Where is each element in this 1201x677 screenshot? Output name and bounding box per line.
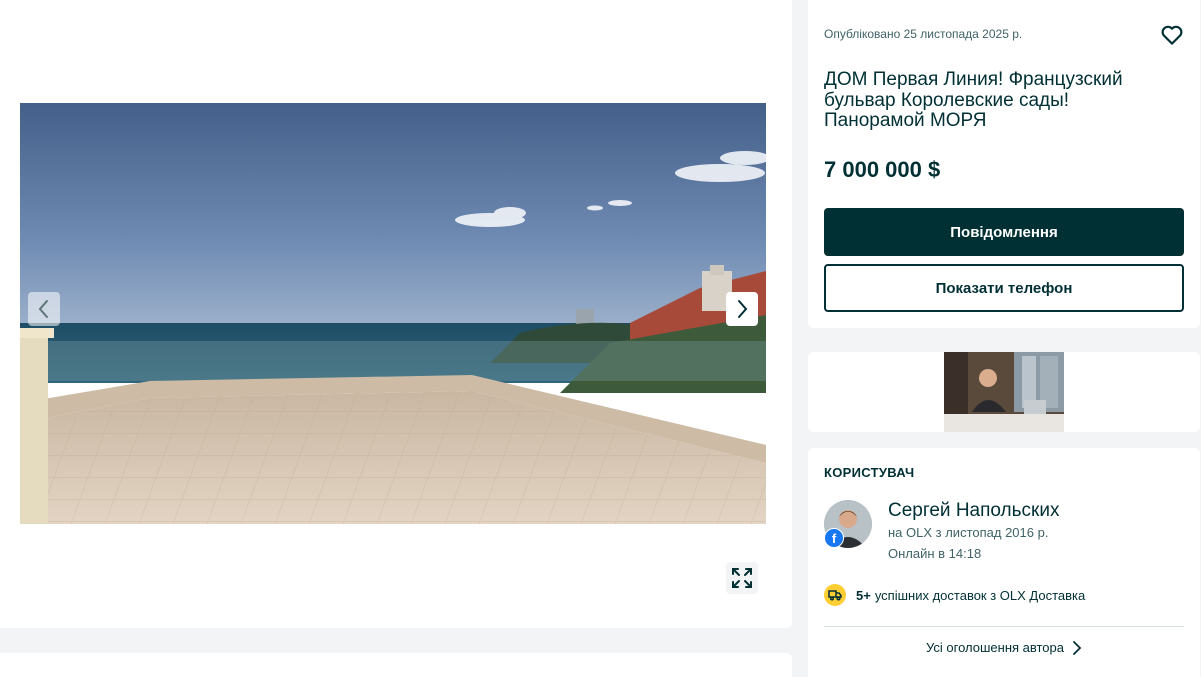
- chevron-left-icon: [38, 300, 48, 318]
- seller-banner-card: [808, 352, 1200, 432]
- seller-member-since: на OLX з листопад 2016 р.: [888, 525, 1049, 540]
- all-seller-ads-label: Усі оголошення автора: [926, 640, 1064, 655]
- gallery-prev-button[interactable]: [28, 292, 60, 326]
- seller-online-status: Онлайн в 14:18: [888, 546, 982, 561]
- ad-title: ДОМ Первая Линия! Французский бульвар Ко…: [824, 69, 1123, 131]
- delivery-truck-icon: [824, 584, 846, 606]
- description-card: [0, 653, 792, 677]
- chevron-right-icon: [738, 300, 748, 318]
- message-button[interactable]: Повідомлення: [824, 208, 1184, 256]
- divider: [824, 626, 1184, 627]
- show-phone-button[interactable]: Показати телефон: [824, 264, 1184, 312]
- chevron-right-icon: [1073, 640, 1082, 655]
- favorite-button[interactable]: [1159, 22, 1185, 48]
- seller-card: КОРИСТУВАЧ f Сергей Напольских на OLX з …: [808, 448, 1200, 677]
- listing-info-card: Опубліковано 25 листопада 2025 р. ДОМ Пе…: [808, 0, 1200, 328]
- seller-heading: КОРИСТУВАЧ: [824, 465, 915, 480]
- all-seller-ads-link[interactable]: Усі оголошення автора: [808, 640, 1200, 655]
- listing-photo[interactable]: [20, 103, 766, 524]
- price: 7 000 000 $: [824, 157, 941, 182]
- delivery-stats: 5+ успішних доставок з OLX Доставка: [824, 584, 1085, 606]
- published-date: Опубліковано 25 листопада 2025 р.: [824, 27, 1023, 41]
- facebook-icon: f: [824, 528, 844, 548]
- gallery-expand-button[interactable]: [726, 562, 758, 594]
- seller-name[interactable]: Сергей Напольских: [888, 500, 1059, 522]
- gallery-card: [0, 0, 792, 628]
- gallery-next-button[interactable]: [726, 292, 758, 326]
- seller-banner-image[interactable]: [944, 352, 1064, 432]
- delivery-text: успішних доставок з OLX Доставка: [874, 587, 1086, 603]
- delivery-count: 5+: [856, 587, 871, 603]
- heart-outline-icon: [1161, 25, 1183, 45]
- fullscreen-expand-icon: [732, 568, 752, 588]
